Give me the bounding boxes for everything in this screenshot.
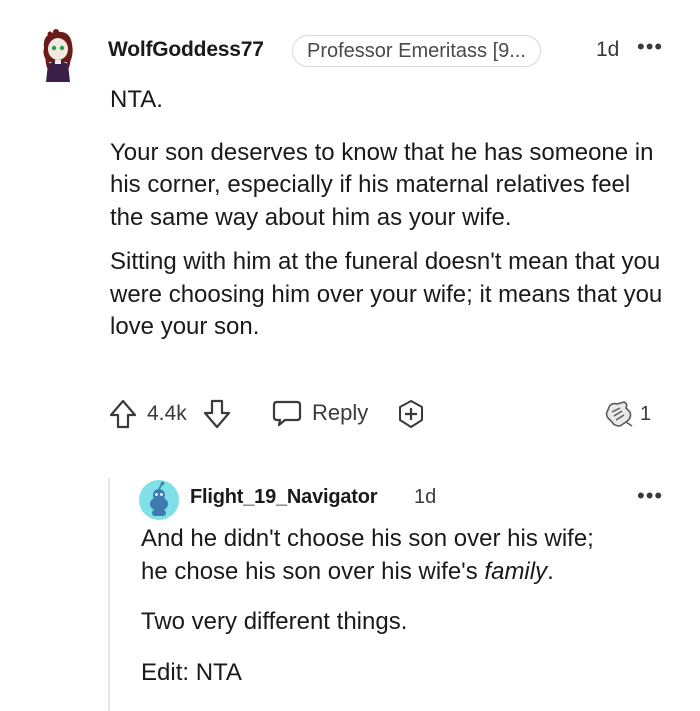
snoo-avatar-icon [139, 480, 179, 520]
comment-paragraph: Your son deserves to know that he has so… [110, 138, 654, 231]
award-button[interactable] [396, 398, 426, 430]
reply-avatar[interactable] [139, 480, 179, 520]
chat-bubble-icon [272, 400, 302, 427]
comment-body: NTA. Your son deserves to know that he h… [110, 84, 670, 356]
downvote-button[interactable] [202, 398, 232, 430]
comment-thread: WolfGoddess77 Professor Emeritass [9... … [0, 0, 700, 711]
comment-actions: 4.4k Reply 1 [108, 398, 668, 434]
reply-more-options-button[interactable]: ••• [637, 483, 663, 509]
avatar[interactable] [36, 28, 82, 82]
reply-label: Reply [312, 400, 369, 425]
award-count: 1 [640, 402, 652, 425]
comment-paragraph: NTA. [110, 86, 163, 113]
reply-paragraph: Edit: NTA [141, 658, 242, 686]
reply-line-2-prefix: he chose his son over his wife's [141, 557, 485, 585]
thread-line[interactable] [108, 478, 110, 711]
comment-paragraph: Sitting with him at the funeral doesn't … [110, 248, 663, 340]
more-options-button[interactable]: ••• [637, 34, 663, 60]
reply-body: And he didn't choose his son over his wi… [141, 523, 681, 707]
downvote-arrow-icon [203, 399, 231, 429]
hands-award-icon [605, 401, 633, 427]
vote-count-label: 4.4k [147, 402, 187, 425]
award-plus-icon [399, 400, 423, 428]
upvote-arrow-icon [109, 399, 137, 429]
username[interactable]: WolfGoddess77 [108, 38, 264, 62]
user-avatar-icon [43, 29, 73, 82]
reply-line-2-suffix: . [547, 557, 554, 585]
reply-paragraph: Two very different things. [141, 608, 408, 635]
reply-button[interactable]: Reply [271, 398, 368, 428]
user-flair: Professor Emeritass [9... [292, 35, 541, 67]
upvote-button[interactable] [108, 398, 138, 430]
vote-count: 4.4k [147, 402, 187, 426]
reply-username[interactable]: Flight_19_Navigator [190, 486, 378, 509]
reply-paragraph: And he didn't choose his son over his wi… [141, 523, 681, 588]
reply-line-2-italic: family [484, 557, 548, 585]
timestamp: 1d [596, 38, 620, 61]
awards-received[interactable]: 1 [602, 398, 651, 430]
reply-timestamp: 1d [414, 486, 437, 508]
reply-line-1: And he didn't choose his son over his wi… [141, 525, 594, 552]
